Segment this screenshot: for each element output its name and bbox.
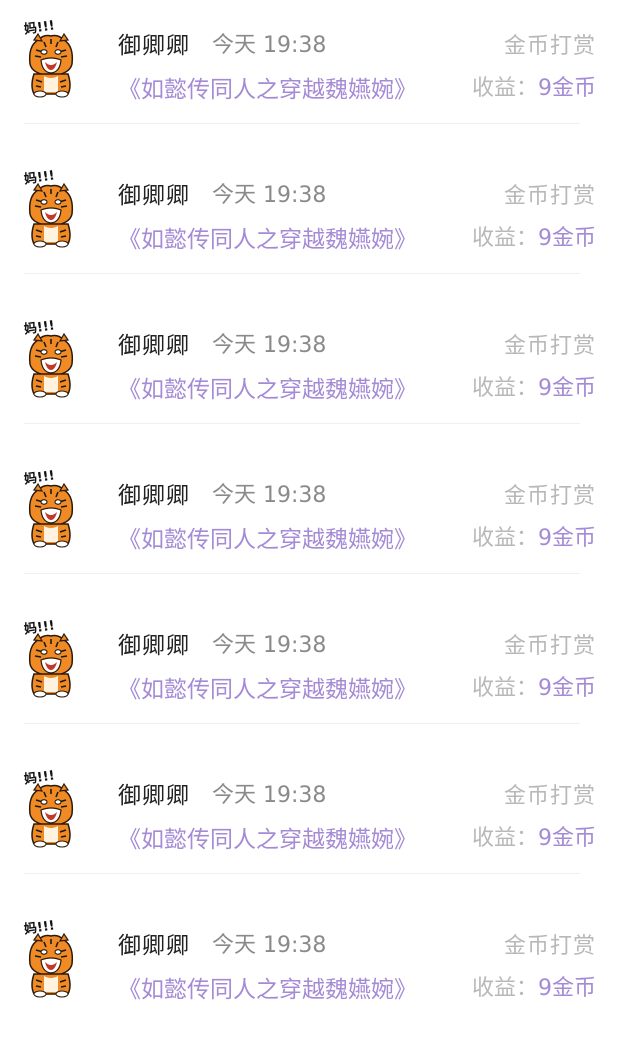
row-divider	[24, 273, 580, 274]
svg-text:妈!!!: 妈!!!	[23, 617, 56, 637]
book-title-link[interactable]: 《如懿传同人之穿越魏嬿婉》	[118, 220, 417, 254]
earnings: 收益：9金币	[472, 970, 596, 1002]
coin-reward-button[interactable]: 金币打赏	[504, 628, 596, 660]
svg-text:妈!!!: 妈!!!	[23, 917, 56, 937]
book-title-link[interactable]: 《如懿传同人之穿越魏嬿婉》	[118, 370, 417, 404]
coin-reward-button[interactable]: 金币打赏	[504, 928, 596, 960]
username[interactable]: 御卿卿	[118, 926, 190, 960]
earnings-value: 9金币	[538, 376, 596, 401]
earnings-value: 9金币	[538, 526, 596, 551]
earnings-label: 收益：	[471, 826, 538, 851]
tiger-sticker-icon[interactable]: 妈!!!	[22, 316, 80, 398]
username[interactable]: 御卿卿	[118, 626, 190, 660]
tiger-sticker-icon[interactable]: 妈!!!	[22, 916, 80, 998]
coin-reward-button[interactable]: 金币打赏	[504, 478, 596, 510]
tiger-sticker-icon[interactable]: 妈!!!	[22, 16, 80, 98]
earnings-value: 9金币	[538, 826, 596, 851]
earnings: 收益：9金币	[472, 670, 596, 702]
book-title-link[interactable]: 《如懿传同人之穿越魏嬿婉》	[118, 520, 417, 554]
row-divider	[24, 423, 580, 424]
timestamp: 今天 19:38	[212, 333, 327, 358]
row-divider	[24, 873, 580, 874]
timestamp: 今天 19:38	[212, 33, 327, 58]
earnings-value: 9金币	[538, 676, 596, 701]
reward-record-row[interactable]: 妈!!! 御卿卿 今天 19:38 金币打赏 《如懿传同人之穿越魏嬿婉》 收益：…	[0, 300, 640, 450]
timestamp: 今天 19:38	[212, 483, 327, 508]
svg-text:妈!!!: 妈!!!	[23, 767, 56, 787]
reward-record-row[interactable]: 妈!!! 御卿卿 今天 19:38 金币打赏 《如懿传同人之穿越魏嬿婉》 收益：…	[0, 900, 640, 1050]
timestamp: 今天 19:38	[212, 633, 327, 658]
tiger-sticker-icon[interactable]: 妈!!!	[22, 766, 80, 848]
earnings-value: 9金币	[538, 226, 596, 251]
earnings: 收益：9金币	[472, 820, 596, 852]
earnings: 收益：9金币	[472, 520, 596, 552]
reward-record-row[interactable]: 妈!!! 御卿卿 今天 19:38 金币打赏 《如懿传同人之穿越魏嬿婉》 收益：…	[0, 600, 640, 750]
earnings: 收益：9金币	[472, 70, 596, 102]
earnings: 收益：9金币	[472, 370, 596, 402]
earnings-label: 收益：	[471, 76, 538, 101]
reward-records-list: 妈!!! 御卿卿 今天 19:38 金币打赏 《如懿传同人之穿越魏嬿婉》 收益：…	[0, 0, 640, 1005]
earnings-value: 9金币	[538, 976, 596, 1001]
book-title-link[interactable]: 《如懿传同人之穿越魏嬿婉》	[118, 820, 417, 854]
svg-text:妈!!!: 妈!!!	[23, 317, 56, 337]
coin-reward-button[interactable]: 金币打赏	[504, 328, 596, 360]
row-divider	[24, 123, 580, 124]
book-title-link[interactable]: 《如懿传同人之穿越魏嬿婉》	[118, 70, 417, 104]
username[interactable]: 御卿卿	[118, 476, 190, 510]
earnings-label: 收益：	[471, 676, 538, 701]
coin-reward-button[interactable]: 金币打赏	[504, 178, 596, 210]
earnings: 收益：9金币	[472, 220, 596, 252]
row-divider	[24, 573, 580, 574]
reward-record-row[interactable]: 妈!!! 御卿卿 今天 19:38 金币打赏 《如懿传同人之穿越魏嬿婉》 收益：…	[0, 0, 640, 150]
earnings-label: 收益：	[471, 976, 538, 1001]
row-divider	[24, 723, 580, 724]
tiger-sticker-icon[interactable]: 妈!!!	[22, 616, 80, 698]
earnings-label: 收益：	[471, 526, 538, 551]
svg-text:妈!!!: 妈!!!	[23, 167, 56, 187]
reward-record-row[interactable]: 妈!!! 御卿卿 今天 19:38 金币打赏 《如懿传同人之穿越魏嬿婉》 收益：…	[0, 750, 640, 900]
timestamp: 今天 19:38	[212, 783, 327, 808]
earnings-label: 收益：	[471, 376, 538, 401]
coin-reward-button[interactable]: 金币打赏	[504, 778, 596, 810]
username[interactable]: 御卿卿	[118, 26, 190, 60]
earnings-label: 收益：	[471, 226, 538, 251]
reward-record-row[interactable]: 妈!!! 御卿卿 今天 19:38 金币打赏 《如懿传同人之穿越魏嬿婉》 收益：…	[0, 450, 640, 600]
timestamp: 今天 19:38	[212, 933, 327, 958]
coin-reward-button[interactable]: 金币打赏	[504, 28, 596, 60]
timestamp: 今天 19:38	[212, 183, 327, 208]
tiger-sticker-icon[interactable]: 妈!!!	[22, 466, 80, 548]
username[interactable]: 御卿卿	[118, 776, 190, 810]
username[interactable]: 御卿卿	[118, 176, 190, 210]
earnings-value: 9金币	[538, 76, 596, 101]
tiger-sticker-icon[interactable]: 妈!!!	[22, 166, 80, 248]
username[interactable]: 御卿卿	[118, 326, 190, 360]
svg-text:妈!!!: 妈!!!	[23, 467, 56, 487]
book-title-link[interactable]: 《如懿传同人之穿越魏嬿婉》	[118, 670, 417, 704]
svg-text:妈!!!: 妈!!!	[23, 17, 56, 37]
reward-record-row[interactable]: 妈!!! 御卿卿 今天 19:38 金币打赏 《如懿传同人之穿越魏嬿婉》 收益：…	[0, 150, 640, 300]
book-title-link[interactable]: 《如懿传同人之穿越魏嬿婉》	[118, 970, 417, 1004]
